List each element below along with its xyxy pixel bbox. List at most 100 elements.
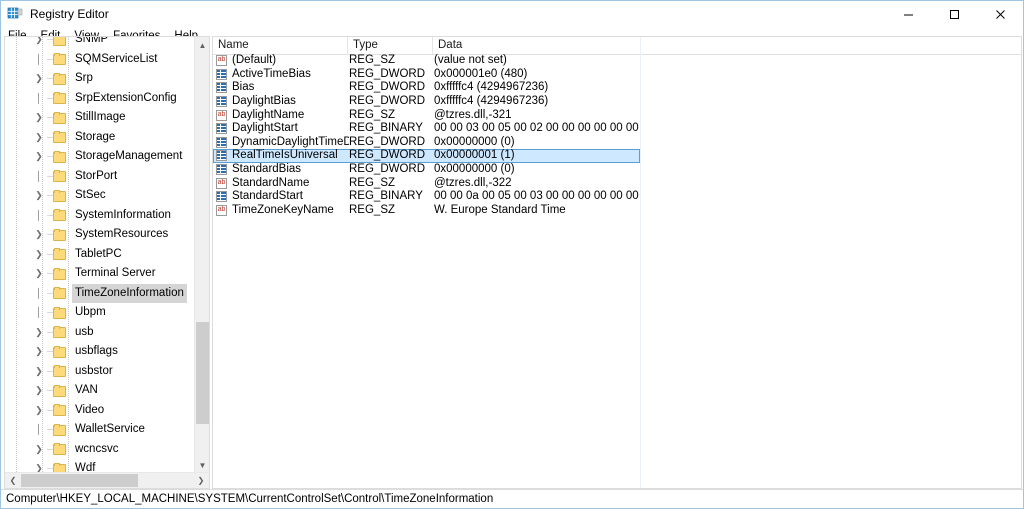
tree-item-video[interactable]: ❯ ─ Video [5,401,195,421]
value-data-cell: 0xfffffc4 (4294967236) [434,95,549,108]
tree-vertical-scroll-thumb[interactable] [196,322,209,424]
value-name-label: DaylightBias [232,95,296,108]
expand-chevron-icon[interactable]: ❯ [31,147,47,167]
tree-line-icon: │ [36,209,42,220]
folder-icon [53,287,67,300]
binary-value-icon [216,123,227,135]
value-name-cell: (Default) [214,54,349,67]
value-name-cell: DaylightName [214,109,349,122]
tree-item-storagemanagement[interactable]: ❯ ─ StorageManagement [5,147,195,167]
tree-item-label: Ubpm [75,306,106,318]
tree-item-terminal-server[interactable]: ❯ ─ Terminal Server [5,264,195,284]
maximize-icon[interactable] [931,1,977,27]
scroll-up-icon[interactable]: ▲ [195,37,209,53]
folder-icon [53,209,67,222]
tree-item-label: TimeZoneInformation [72,283,187,303]
registry-value-row[interactable]: StandardStart REG_BINARY 00 00 0a 00 05 00… [213,190,640,204]
registry-value-row[interactable]: DynamicDaylightTimeDisabledREG_DWORD 0x00… [213,136,640,150]
tree-item-label: Wdf [75,462,96,473]
scroll-left-icon[interactable]: ❮ [5,473,21,488]
value-data-cell: 0x00000000 (0) [434,135,515,148]
registry-value-row[interactable]: RealTimeIsUniversal REG_DWORD 0x00000001 (… [213,149,640,163]
close-icon[interactable] [977,1,1023,27]
value-data-cell: @tzres.dll,-322 [434,176,512,189]
list-panel-divider [640,37,641,488]
tree-item-srpextensionconfig[interactable]: │ ─ SrpExtensionConfig [5,89,195,109]
tree-item-stsec[interactable]: ❯ ─ StSec [5,186,195,206]
expand-chevron-icon[interactable]: ❯ [31,381,47,401]
expand-chevron-icon[interactable]: ❯ [31,440,47,460]
tree-item-tabletpc[interactable]: ❯ ─ TabletPC [5,245,195,265]
column-header-type[interactable]: Type [348,37,433,54]
value-name-label: StandardBias [232,163,302,176]
expand-chevron-icon[interactable]: ❯ [31,362,47,382]
tree-item-sqmservicelist[interactable]: │ ─ SQMServiceList [5,50,195,70]
tree-item-storage[interactable]: ❯ ─ Storage [5,128,195,148]
scroll-right-icon[interactable]: ❯ [193,473,209,488]
tree-item-stillimage[interactable]: ❯ ─ StillImage [5,108,195,128]
expand-chevron-icon[interactable]: ❯ [31,37,47,50]
column-header-data[interactable]: Data [433,37,1021,54]
tree-line-icon: │ [36,424,42,434]
tree-vertical-scrollbar[interactable]: ▲ ▼ [194,37,209,473]
registry-value-row[interactable]: (Default) REG_SZ (value not set) [213,54,640,68]
tree-item-timezoneinformation[interactable]: │ ─ TimeZoneInformation [5,283,195,303]
value-name-cell: ActiveTimeBias [214,68,349,81]
minimize-icon[interactable] [885,1,931,27]
tree-item-ubpm[interactable]: │ ─ Ubpm [5,303,195,323]
value-name-cell: DaylightBias [214,95,349,108]
tree-item-systemresources[interactable]: ❯ ─ SystemResources [5,225,195,245]
tree-item-wcncsvc[interactable]: ❯ ─ wcncsvc [5,440,195,460]
tree-item-storport[interactable]: │ ─ StorPort [5,167,195,187]
value-type-cell: REG_DWORD [349,95,426,108]
tree-item-usbflags[interactable]: ❯ ─ usbflags [5,342,195,362]
tree-item-label: WalletService [75,423,145,435]
registry-values-list: (Default)REG_SZ(value not set)ActiveTime… [213,54,640,217]
registry-value-row[interactable]: DaylightStart REG_BINARY 00 00 03 00 05 00… [213,122,640,136]
tree-item-label: usbflags [75,345,118,357]
registry-value-row[interactable]: TimeZoneKeyName REG_SZ W. Europe Standard … [213,204,640,218]
tree-horizontal-scrollbar[interactable]: ❮ ❯ [5,472,209,488]
string-value-icon [216,204,227,216]
registry-value-row[interactable]: ActiveTimeBias REG_DWORD 0x000001e0 (480) [213,68,640,82]
tree-item-usbstor[interactable]: ❯ ─ usbstor [5,362,195,382]
registry-value-row[interactable]: DaylightBias REG_DWORD 0xfffffc4 (42949672… [213,95,640,109]
tree-item-label: Video [75,403,105,416]
value-data-cell: 0x00000000 (0) [434,163,515,176]
registry-editor-window: Registry Editor FileEditViewFavoritesHel… [0,0,1024,509]
expand-chevron-icon[interactable]: ❯ [31,245,47,265]
value-data-cell: W. Europe Standard Time [434,203,566,216]
tree-horizontal-scroll-thumb[interactable] [21,474,138,487]
tree-line-icon: │ [36,307,42,317]
expand-chevron-icon[interactable]: ❯ [31,225,47,245]
expand-chevron-icon[interactable]: ❯ [31,459,47,473]
tree-item-label: TabletPC [75,247,122,260]
expand-chevron-icon[interactable]: ❯ [31,264,47,284]
value-data-cell: 0xfffffc4 (4294967236) [434,81,549,94]
column-header-name[interactable]: Name [213,37,348,54]
expand-chevron-icon[interactable]: ❯ [31,323,47,343]
expand-chevron-icon[interactable]: ❯ [31,342,47,362]
expand-chevron-icon[interactable]: ❯ [31,69,47,89]
value-name-cell: DynamicDaylightTimeDisabled [214,136,349,149]
expand-chevron-icon[interactable]: ❯ [31,108,47,128]
tree-item-snmp[interactable]: ❯ ─ SNMP [5,37,195,50]
tree-item-van[interactable]: ❯ ─ VAN [5,381,195,401]
tree-item-wdf[interactable]: ❯ ─ Wdf [5,459,195,473]
folder-icon [53,189,67,202]
expand-chevron-icon[interactable]: ❯ [31,401,47,421]
tree-scroll-area: ❯ ─ SNMP │ ─ SQMServiceList ❯ ─ Srp │ ─ SrpExtensio… [5,37,195,473]
value-type-cell: REG_BINARY [349,122,423,135]
registry-value-row[interactable]: DaylightName REG_SZ @tzres.dll,-321 [213,108,640,122]
tree-item-usb[interactable]: ❯ ─ usb [5,323,195,343]
value-name-label: DaylightName [232,108,305,121]
tree-item-systeminformation[interactable]: │ ─ SystemInformation [5,206,195,226]
expand-chevron-icon[interactable]: ❯ [31,128,47,148]
registry-value-row[interactable]: StandardName REG_SZ @tzres.dll,-322 [213,176,640,190]
tree-item-walletservice[interactable]: │ ─ WalletService [5,420,195,440]
expand-chevron-icon[interactable]: ❯ [31,186,47,206]
registry-value-row[interactable]: Bias REG_DWORD 0xfffffc4 (4294967236) [213,81,640,95]
scroll-down-icon[interactable]: ▼ [195,457,209,473]
registry-value-row[interactable]: StandardBias REG_DWORD 0x00000000 (0) [213,163,640,177]
tree-item-srp[interactable]: ❯ ─ Srp [5,69,195,89]
